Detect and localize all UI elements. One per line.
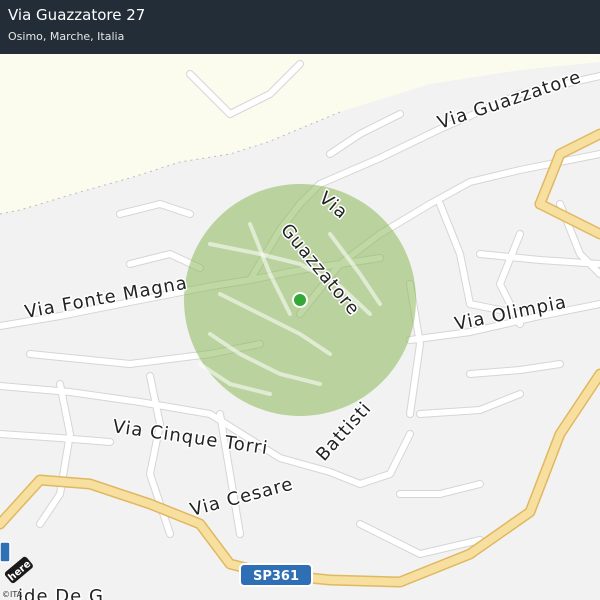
address-subtitle: Osimo, Marche, Italia xyxy=(8,30,125,43)
route-shield-label: SP361 xyxy=(253,569,299,584)
street-label-ide-de-g: ide De G xyxy=(18,586,104,600)
copyright-text: ©ITA xyxy=(2,590,23,599)
side-panel-toggle[interactable] xyxy=(0,541,11,563)
location-header: Via Guazzatore 27 Osimo, Marche, Italia xyxy=(0,0,600,54)
address-title: Via Guazzatore 27 xyxy=(8,6,146,24)
route-shield-sp361: SP361 xyxy=(239,563,313,587)
location-marker[interactable] xyxy=(292,292,308,308)
map-canvas[interactable]: Via Guazzatore Via Guazzatore Via Olimpi… xyxy=(0,54,600,600)
map-view[interactable]: Via Guazzatore Via Guazzatore Via Olimpi… xyxy=(0,54,600,600)
